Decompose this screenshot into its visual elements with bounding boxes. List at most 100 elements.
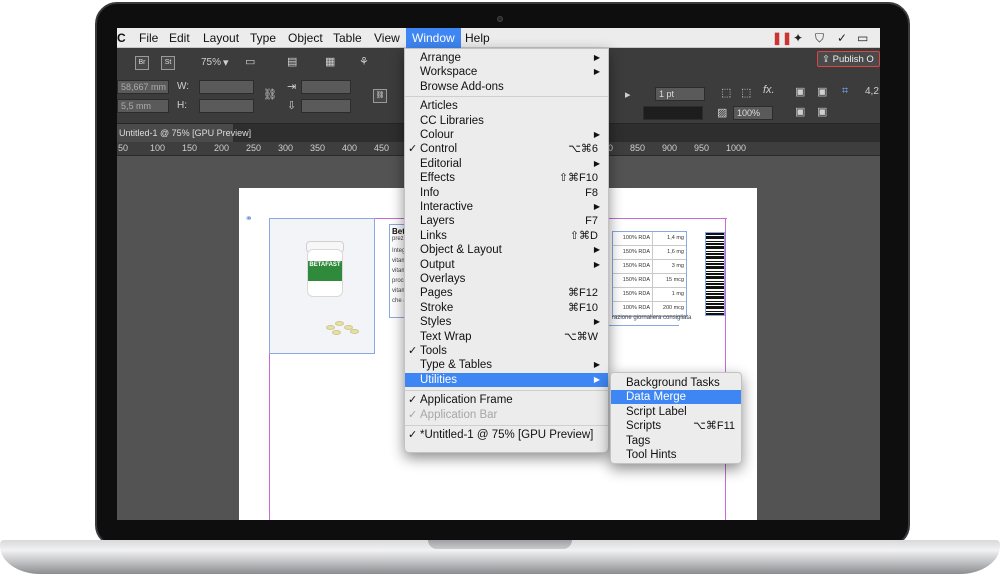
panel-toggle-4-icon[interactable]: ▣	[817, 105, 827, 118]
fit-content-icon[interactable]: ⬚	[741, 86, 751, 99]
window-menu-item-cc-libraries[interactable]: CC Libraries	[405, 114, 608, 128]
menu-window[interactable]: Window	[406, 28, 461, 48]
window-menu-item-untitled-1-75-gpu-preview[interactable]: ✓ *Untitled-1 @ 75% [GPU Preview]	[405, 428, 608, 442]
x-position-field[interactable]: 58,667 mm	[117, 80, 169, 94]
window-menu-item-workspace[interactable]: Workspace ▶	[405, 65, 608, 79]
menu-item-label: Links	[420, 229, 447, 242]
menu-help[interactable]: Help	[465, 31, 490, 45]
scale-x-field[interactable]	[301, 80, 351, 94]
window-menu-item-info[interactable]: Info F8	[405, 186, 608, 200]
utilities-item-tool-hints[interactable]: Tool Hints	[611, 448, 741, 462]
margin-guide-right	[725, 218, 726, 520]
stroke-weight-field[interactable]: 1 pt	[655, 87, 705, 101]
bridge-button[interactable]: Br	[135, 56, 149, 70]
product-image-frame[interactable]: BETAFAST	[269, 218, 375, 354]
menu-item-shortcut: F7	[585, 215, 598, 228]
window-menu-item-colour[interactable]: Colour ▶	[405, 128, 608, 142]
table-row: 100% RDA 1,4 mg	[613, 232, 686, 246]
opacity-field[interactable]: 100%	[733, 106, 773, 120]
menu-item-label: Styles	[420, 316, 452, 329]
fill-frame-icon[interactable]: ⬚	[721, 86, 731, 99]
utilities-item-script-label[interactable]: Script Label	[611, 405, 741, 419]
window-menu-item-application-frame[interactable]: ✓ Application Frame	[405, 393, 608, 407]
menu-table[interactable]: Table	[333, 31, 362, 45]
menu-separator	[405, 424, 608, 426]
checkmark-icon[interactable]: ✓	[837, 31, 847, 45]
window-menu-item-stroke[interactable]: Stroke ⌘F10	[405, 301, 608, 315]
ruler-tick: 250	[246, 143, 262, 153]
window-menu-item-tools[interactable]: ✓ Tools	[405, 344, 608, 358]
stroke-type-select[interactable]	[643, 106, 703, 120]
window-menu-item-control[interactable]: ✓ Control ⌥⌘6	[405, 142, 608, 156]
barcode[interactable]	[705, 232, 725, 316]
window-menu-item-articles[interactable]: Articles	[405, 99, 608, 113]
window-menu-item-arrange[interactable]: Arrange ▶	[405, 51, 608, 65]
window-menu-item-type-tables[interactable]: Type & Tables ▶	[405, 358, 608, 372]
panel-toggle-icon[interactable]: ▣	[795, 85, 805, 98]
window-menu-item-text-wrap[interactable]: Text Wrap ⌥⌘W	[405, 330, 608, 344]
view-options-icon[interactable]: ▭	[245, 55, 255, 68]
gpu-icon[interactable]: ⚘	[359, 55, 369, 68]
window-menu-item-effects[interactable]: Effects ⇧⌘F10	[405, 171, 608, 185]
window-menu-item-overlays[interactable]: Overlays	[405, 272, 608, 286]
window-menu-item-utilities[interactable]: Utilities ▶	[405, 372, 608, 387]
app-menu[interactable]: C	[117, 31, 126, 45]
right-value-field[interactable]: 4,2	[865, 86, 879, 97]
stroke-arrow-icon[interactable]: ▸	[625, 88, 631, 101]
utilities-item-tags[interactable]: Tags	[611, 434, 741, 448]
dropbox-icon[interactable]: ✦	[793, 31, 803, 45]
auto-fit-icon[interactable]: ⌗	[842, 85, 848, 98]
panel-toggle-2-icon[interactable]: ▣	[817, 85, 827, 98]
window-menu-item-layers[interactable]: Layers F7	[405, 214, 608, 228]
pause-icon[interactable]: ❚❚	[772, 31, 792, 45]
frame-edge	[609, 325, 679, 326]
height-field[interactable]	[199, 99, 254, 113]
window-menu-item-links[interactable]: Links ⇧⌘D	[405, 229, 608, 243]
pill	[332, 330, 341, 335]
fx-icon[interactable]: fx.	[763, 84, 775, 96]
publish-online-button[interactable]: ⇪ Publish O	[817, 51, 880, 67]
arrange-docs-icon[interactable]: ▦	[325, 55, 335, 68]
constrain-scale-button[interactable]: ⛓	[373, 89, 387, 103]
menu-file[interactable]: File	[139, 31, 158, 45]
menu-item-label: Object & Layout	[420, 244, 502, 257]
y-position-field[interactable]: 5,5 mm	[117, 99, 169, 113]
table-cell: 15 mcg	[665, 277, 684, 283]
submenu-arrow-icon: ▶	[593, 67, 600, 77]
window-menu-item-interactive[interactable]: Interactive ▶	[405, 200, 608, 214]
menu-item-shortcut: ⌥⌘6	[568, 143, 598, 156]
chevron-down-icon[interactable]: ▾	[223, 56, 229, 69]
link-icon[interactable]: ⚭	[245, 213, 253, 224]
drop-shadow-icon[interactable]: ▨	[717, 106, 727, 119]
utilities-item-data-merge[interactable]: Data Merge	[611, 390, 741, 405]
table-cell: 200 mcg	[662, 305, 684, 311]
nutrition-table[interactable]: 100% RDA 1,4 mg 150% RDA 1,6 mg 150% RDA 3 mg…	[612, 231, 687, 317]
menu-object[interactable]: Object	[288, 31, 323, 45]
table-row: 150% RDA 1 mg	[613, 288, 686, 302]
utilities-item-background-tasks[interactable]: Background Tasks	[611, 376, 741, 390]
checkmark-icon: ✓	[408, 345, 418, 357]
zoom-select[interactable]: 75%	[201, 57, 221, 68]
constrain-proportions-icon[interactable]: ⛓	[263, 88, 277, 101]
document-tab[interactable]: Untitled-1 @ 75% [GPU Preview]	[117, 124, 251, 142]
window-menu-item-output[interactable]: Output ▶	[405, 258, 608, 272]
menu-layout[interactable]: Layout	[203, 31, 239, 45]
menu-edit[interactable]: Edit	[169, 31, 190, 45]
utilities-item-scripts[interactable]: Scripts ⌥⌘F11	[611, 419, 741, 433]
window-menu-item-pages[interactable]: Pages ⌘F12	[405, 286, 608, 300]
window-menu-item-browse-add-ons[interactable]: Browse Add-ons	[405, 80, 608, 94]
width-field[interactable]	[199, 80, 254, 94]
stock-button[interactable]: St	[161, 56, 175, 70]
shield-icon[interactable]: ⛉	[815, 31, 824, 46]
menu-view[interactable]: View	[374, 31, 400, 45]
window-menu-item-object-layout[interactable]: Object & Layout ▶	[405, 243, 608, 257]
window-menu-item-editorial[interactable]: Editorial ▶	[405, 157, 608, 171]
scale-y-field[interactable]	[301, 99, 351, 113]
menu-type[interactable]: Type	[250, 31, 276, 45]
window-menu-item-styles[interactable]: Styles ▶	[405, 315, 608, 329]
table-cell: 1 mg	[671, 291, 684, 297]
panel-toggle-3-icon[interactable]: ▣	[795, 105, 805, 118]
menu-separator	[405, 96, 608, 98]
menu-item-shortcut: ⌥⌘F11	[693, 420, 735, 433]
screen-mode-icon[interactable]: ▤	[287, 55, 297, 68]
